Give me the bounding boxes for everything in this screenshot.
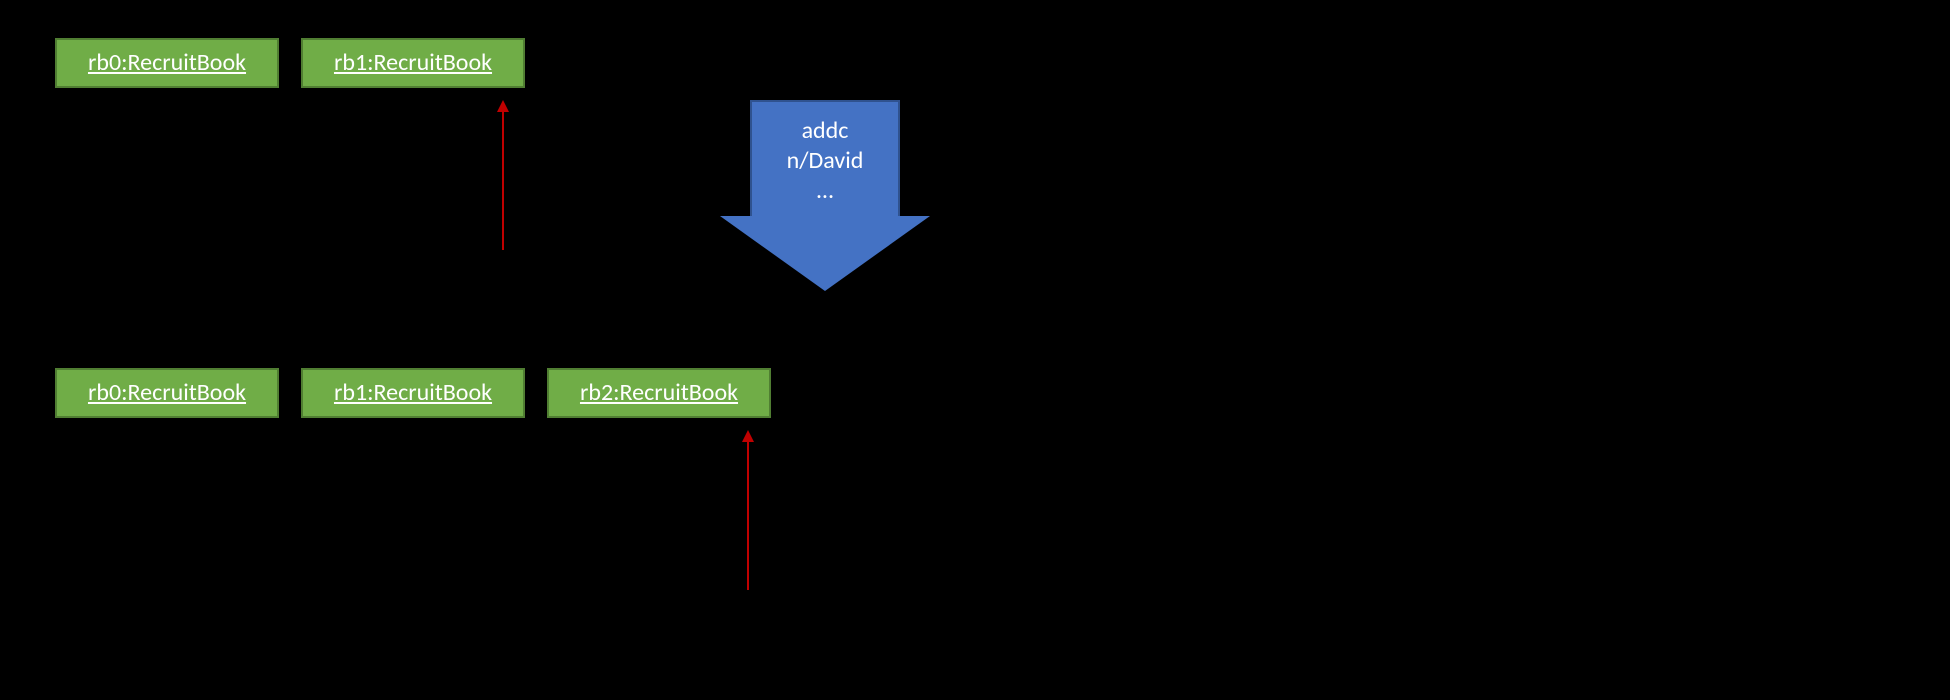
object-box-rb2-after: rb2:RecruitBook: [547, 368, 771, 418]
object-box-rb0-after: rb0:RecruitBook: [55, 368, 279, 418]
command-text-line3: …: [762, 176, 888, 206]
object-box-rb0-before: rb0:RecruitBook: [55, 38, 279, 88]
command-arrow-body: addc n/David …: [750, 100, 900, 216]
command-text-line1: addc: [762, 116, 888, 146]
command-arrow-head-icon: [720, 216, 930, 291]
object-label: rb0:RecruitBook: [88, 379, 246, 408]
arrow-shaft: [502, 110, 504, 250]
command-text-line2: n/David: [762, 146, 888, 176]
arrow-shaft: [747, 440, 749, 590]
command-arrow: addc n/David …: [720, 100, 930, 291]
object-label: rb1:RecruitBook: [334, 379, 492, 408]
object-box-rb1-before: rb1:RecruitBook: [301, 38, 525, 88]
object-label: rb0:RecruitBook: [88, 49, 246, 78]
object-label: rb2:RecruitBook: [580, 379, 738, 408]
object-label: rb1:RecruitBook: [334, 49, 492, 78]
object-box-rb1-after: rb1:RecruitBook: [301, 368, 525, 418]
